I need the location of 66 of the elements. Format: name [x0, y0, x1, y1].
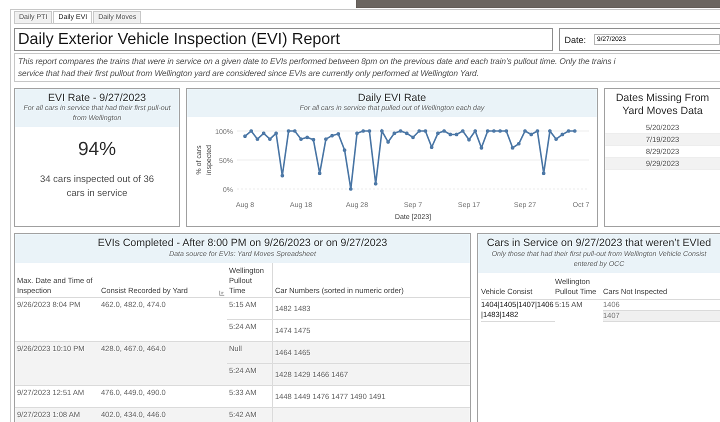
data-point [516, 142, 521, 146]
card-title: EVI Rate - 9/27/2023 [46, 92, 148, 104]
data-point [529, 132, 534, 136]
data-point [262, 132, 266, 136]
data-point [430, 145, 434, 150]
data-point [318, 172, 322, 176]
report-title: Daily Exterior Vehicle Inspection (EVI) Report [14, 28, 554, 51]
data-point [460, 129, 465, 133]
data-point [392, 132, 396, 136]
data-point [305, 136, 310, 140]
data-point [380, 129, 384, 133]
data-point [411, 136, 415, 140]
data-point [368, 129, 372, 133]
data-point [572, 129, 577, 133]
data-point [492, 129, 496, 133]
data-point [312, 138, 316, 142]
description-text: service that had their first pullout from Wellington yard are considered since EVIs are currently only performed at Wellington Yard. [18, 68, 480, 79]
data-point [473, 129, 478, 133]
data-point [292, 129, 297, 133]
data-point [268, 137, 272, 141]
description-text: This report compares the trains that were in service on a given date to EVIs performed between 8pm on the previous date and each train’s pullout time. Only the trains i [18, 56, 617, 68]
data-point [243, 134, 247, 138]
data-point [523, 129, 527, 133]
data-point [536, 129, 540, 133]
data-point [355, 132, 359, 136]
rate-value: 94% [78, 139, 116, 161]
data-point [417, 129, 422, 133]
data-point [336, 132, 340, 136]
data-point [299, 137, 303, 141]
data-point [286, 129, 290, 133]
card-title: Dates Missing From Yard Moves Data [614, 92, 710, 118]
data-point [554, 137, 558, 141]
data-point [342, 148, 346, 152]
data-point [374, 182, 378, 186]
data-point [467, 138, 471, 142]
data-point [442, 129, 446, 133]
data-point [480, 146, 484, 150]
data-point [348, 187, 353, 191]
data-point [361, 129, 366, 133]
card-title: Daily EVI Rate [356, 92, 428, 104]
data-point [486, 129, 490, 133]
data-point [404, 132, 409, 136]
data-point [566, 129, 570, 133]
data-point [448, 132, 452, 136]
panel-title: Cars in Service on 9/27/2023 that weren’t EVIed [486, 237, 712, 250]
data-point [398, 129, 402, 133]
data-point [454, 132, 458, 136]
data-point [280, 174, 284, 178]
data-point [256, 137, 260, 141]
data-point [324, 137, 328, 141]
data-point [498, 129, 502, 133]
data-point [436, 132, 440, 136]
data-point [510, 146, 514, 150]
data-point [274, 132, 278, 136]
sort-icon[interactable] [219, 290, 225, 296]
data-point [249, 129, 254, 133]
data-point [330, 134, 334, 138]
date-label: Date: [564, 34, 586, 44]
data-point [424, 129, 428, 133]
rate-detail: 34 cars inspected out of 36 cars in service [38, 173, 156, 201]
data-point [386, 140, 390, 144]
panel-title: EVIs Completed - After 8:00 PM on 9/26/2023 or on 9/27/2023 [96, 237, 388, 250]
data-point [504, 129, 508, 133]
data-point [548, 129, 552, 133]
data-point [542, 172, 546, 176]
data-point [560, 132, 564, 136]
